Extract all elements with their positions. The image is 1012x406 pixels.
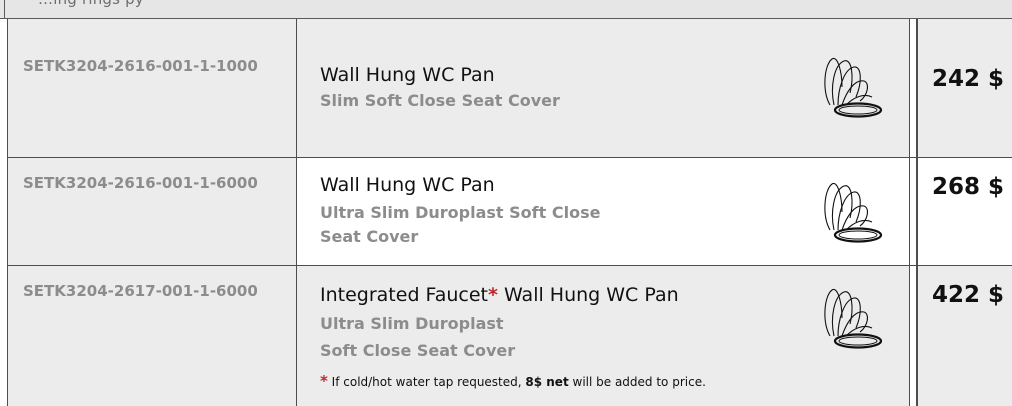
footnote-text: If cold/hot water tap requested,: [327, 375, 526, 389]
strip-border: [4, 0, 5, 18]
product-code: SETK3204-2617-001-1-6000: [23, 282, 258, 300]
title-suffix: Wall Hung WC Pan: [497, 284, 679, 306]
product-title: Wall Hung WC Pan: [320, 174, 495, 196]
previous-row-strip: …ing rings py: [0, 0, 1012, 19]
price-cell: 242 $: [917, 19, 1012, 157]
clipped-header-text: …ing rings py: [38, 0, 144, 8]
product-row: SETK3204-2617-001-1-6000 Integrated Fauc…: [0, 266, 1012, 406]
code-cell: SETK3204-2616-001-1-1000: [7, 19, 297, 157]
product-row: SETK3204-2616-001-1-1000 Wall Hung WC Pa…: [0, 19, 1012, 157]
footnote: * If cold/hot water tap requested, 8$ ne…: [320, 372, 706, 390]
product-code: SETK3204-2616-001-1-1000: [23, 57, 258, 75]
product-code: SETK3204-2616-001-1-6000: [23, 174, 258, 192]
description-cell: Wall Hung WC Pan Ultra Slim Duroplast So…: [297, 158, 910, 265]
footnote-bold: 8$ net: [525, 375, 569, 389]
column-gap: [910, 266, 917, 406]
description-cell: Wall Hung WC Pan Slim Soft Close Seat Co…: [297, 19, 910, 157]
description-cell: Integrated Faucet* Wall Hung WC Pan Ultr…: [297, 266, 910, 406]
code-cell: SETK3204-2616-001-1-6000: [7, 158, 297, 265]
product-price: 242 $: [931, 66, 1004, 92]
product-subtitle: Soft Close Seat Cover: [320, 341, 516, 360]
product-row: SETK3204-2616-001-1-6000 Wall Hung WC Pa…: [0, 158, 1012, 265]
code-cell: SETK3204-2617-001-1-6000: [7, 266, 297, 406]
product-subtitle: Seat Cover: [320, 227, 419, 246]
title-prefix: Integrated Faucet: [320, 284, 488, 306]
asterisk-mark: *: [488, 284, 498, 306]
product-subtitle: Ultra Slim Duroplast Soft Close: [320, 203, 601, 222]
toilet-seat-cover-icon: [824, 182, 883, 243]
column-gap: [910, 158, 917, 265]
toilet-seat-cover-icon: [824, 288, 883, 349]
price-cell: 268 $: [917, 158, 1012, 265]
toilet-seat-cover-icon: [824, 57, 883, 118]
footnote-text-end: will be added to price.: [568, 375, 706, 389]
product-title: Wall Hung WC Pan: [320, 64, 495, 86]
product-title: Integrated Faucet* Wall Hung WC Pan: [320, 284, 679, 306]
product-subtitle: Ultra Slim Duroplast: [320, 314, 504, 333]
asterisk-mark: *: [320, 372, 328, 390]
product-price: 422 $: [931, 282, 1004, 308]
price-cell: 422 $: [917, 266, 1012, 406]
product-price: 268 $: [931, 174, 1004, 200]
column-gap: [910, 19, 917, 157]
product-subtitle: Slim Soft Close Seat Cover: [320, 91, 560, 110]
